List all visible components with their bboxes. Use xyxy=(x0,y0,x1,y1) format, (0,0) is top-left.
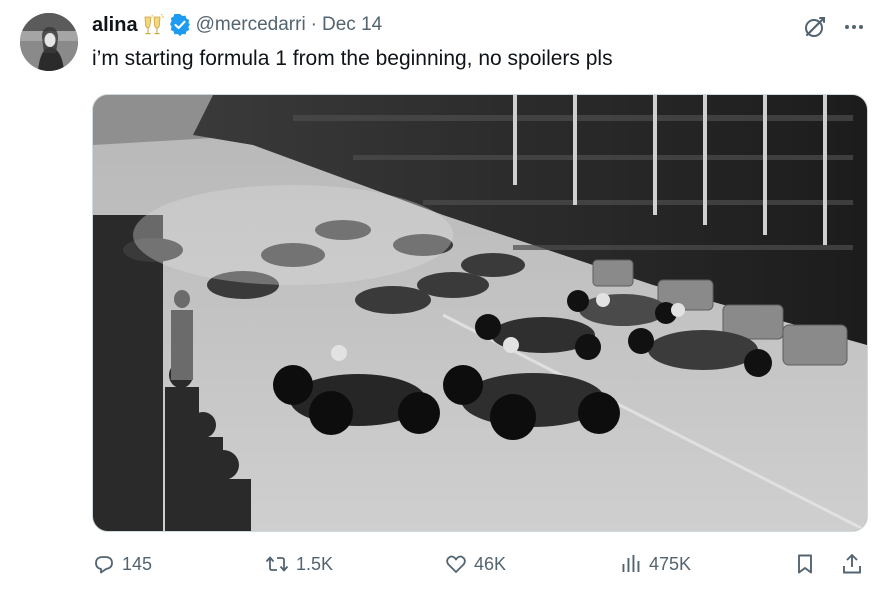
reply-icon xyxy=(95,556,113,574)
display-name[interactable]: alina xyxy=(92,14,138,37)
user-handle[interactable]: @mercedarri xyxy=(196,14,306,36)
repost-icon xyxy=(265,556,289,572)
share-icon xyxy=(843,554,861,574)
tweet-date[interactable]: Dec 14 xyxy=(322,14,382,36)
tweet-header: alina @mercedarri · Dec 14 xyxy=(92,12,382,38)
bookmark-button[interactable] xyxy=(793,548,823,580)
heart-icon xyxy=(446,555,466,573)
avatar[interactable] xyxy=(20,13,78,71)
tweet-text: i’m starting formula 1 from the beginnin… xyxy=(92,47,613,70)
more-options-icon[interactable] xyxy=(842,15,866,39)
analytics-icon xyxy=(622,555,640,572)
tweet-top-actions xyxy=(802,14,866,40)
tweet-actions-bar: 145 1.5K 46K 475K xyxy=(92,548,866,580)
reply-button[interactable]: 145 xyxy=(92,548,152,580)
grok-icon[interactable] xyxy=(802,14,828,40)
reply-count: 145 xyxy=(122,553,153,574)
verified-badge-icon[interactable] xyxy=(169,13,191,36)
share-button[interactable] xyxy=(840,548,870,580)
views-button[interactable]: 475K xyxy=(619,548,691,580)
like-button[interactable]: 46K xyxy=(444,548,506,580)
repost-button[interactable]: 1.5K xyxy=(264,548,333,580)
like-count: 46K xyxy=(474,553,507,574)
separator-dot: · xyxy=(310,14,317,35)
repost-count: 1.5K xyxy=(296,553,334,574)
tweet-card[interactable]: alina @mercedarri · Dec 14 i’m starting … xyxy=(0,0,884,600)
views-count: 475K xyxy=(649,553,692,574)
tweet-media-photo[interactable] xyxy=(92,94,868,532)
clinking-glasses-icon xyxy=(141,14,165,36)
bookmark-icon xyxy=(798,554,812,574)
